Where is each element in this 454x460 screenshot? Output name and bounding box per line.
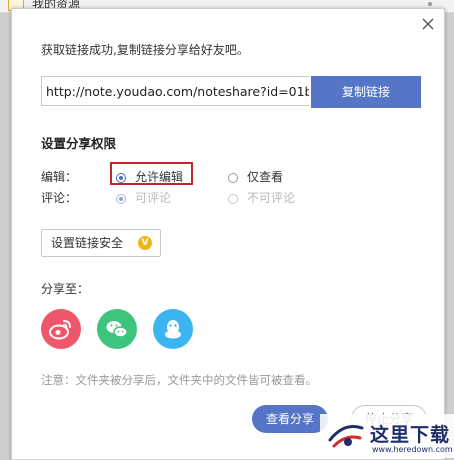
no-comment-label: 不可评论: [247, 191, 296, 205]
menu-dot-icon: [428, 2, 432, 6]
radio-can-comment[interactable]: 可评论: [116, 189, 171, 206]
wechat-icon[interactable]: [97, 309, 137, 349]
weibo-icon[interactable]: [41, 309, 81, 349]
watermark-title: 这里下载: [370, 424, 451, 446]
radio-unselected-icon: [228, 194, 238, 204]
radio-no-comment[interactable]: 不可评论: [228, 189, 295, 206]
comment-label: 评论：: [41, 191, 78, 205]
vip-badge-icon: V: [138, 236, 152, 250]
view-share-button[interactable]: 查看分享: [252, 405, 328, 433]
watermark-logo-icon: [328, 425, 364, 448]
radio-selected-icon: [116, 194, 126, 204]
copy-link-button[interactable]: 复制链接: [311, 76, 421, 108]
watermark: 这里下载 www.heredown.com: [320, 414, 454, 458]
edit-label: 编辑：: [41, 170, 78, 184]
share-to-label: 分享至：: [41, 282, 90, 296]
view-only-label: 仅查看: [247, 170, 284, 184]
watermark-url: www.heredown.com: [372, 445, 453, 454]
share-link-field[interactable]: http://note.youdao.com/noteshare?id=01be…: [41, 76, 309, 106]
can-comment-label: 可评论: [135, 191, 172, 205]
radio-view-only[interactable]: 仅查看: [228, 168, 283, 185]
radio-unselected-icon: [228, 173, 238, 183]
link-security-label: 设置链接安全: [51, 236, 124, 250]
link-security-button[interactable]: 设置链接安全 V: [41, 229, 161, 257]
share-note: 注意：文件夹被分享后，文件夹中的文件皆可被查看。: [41, 373, 317, 387]
close-icon[interactable]: [417, 13, 439, 35]
share-dialog: 获取链接成功,复制链接分享给好友吧。 http://note.youdao.co…: [11, 8, 445, 460]
success-message: 获取链接成功,复制链接分享给好友吧。: [41, 43, 249, 57]
link-row: http://note.youdao.com/noteshare?id=01be…: [41, 76, 421, 108]
qq-icon[interactable]: [153, 309, 193, 349]
permissions-title: 设置分享权限: [41, 136, 117, 151]
highlight-box: [110, 162, 193, 185]
